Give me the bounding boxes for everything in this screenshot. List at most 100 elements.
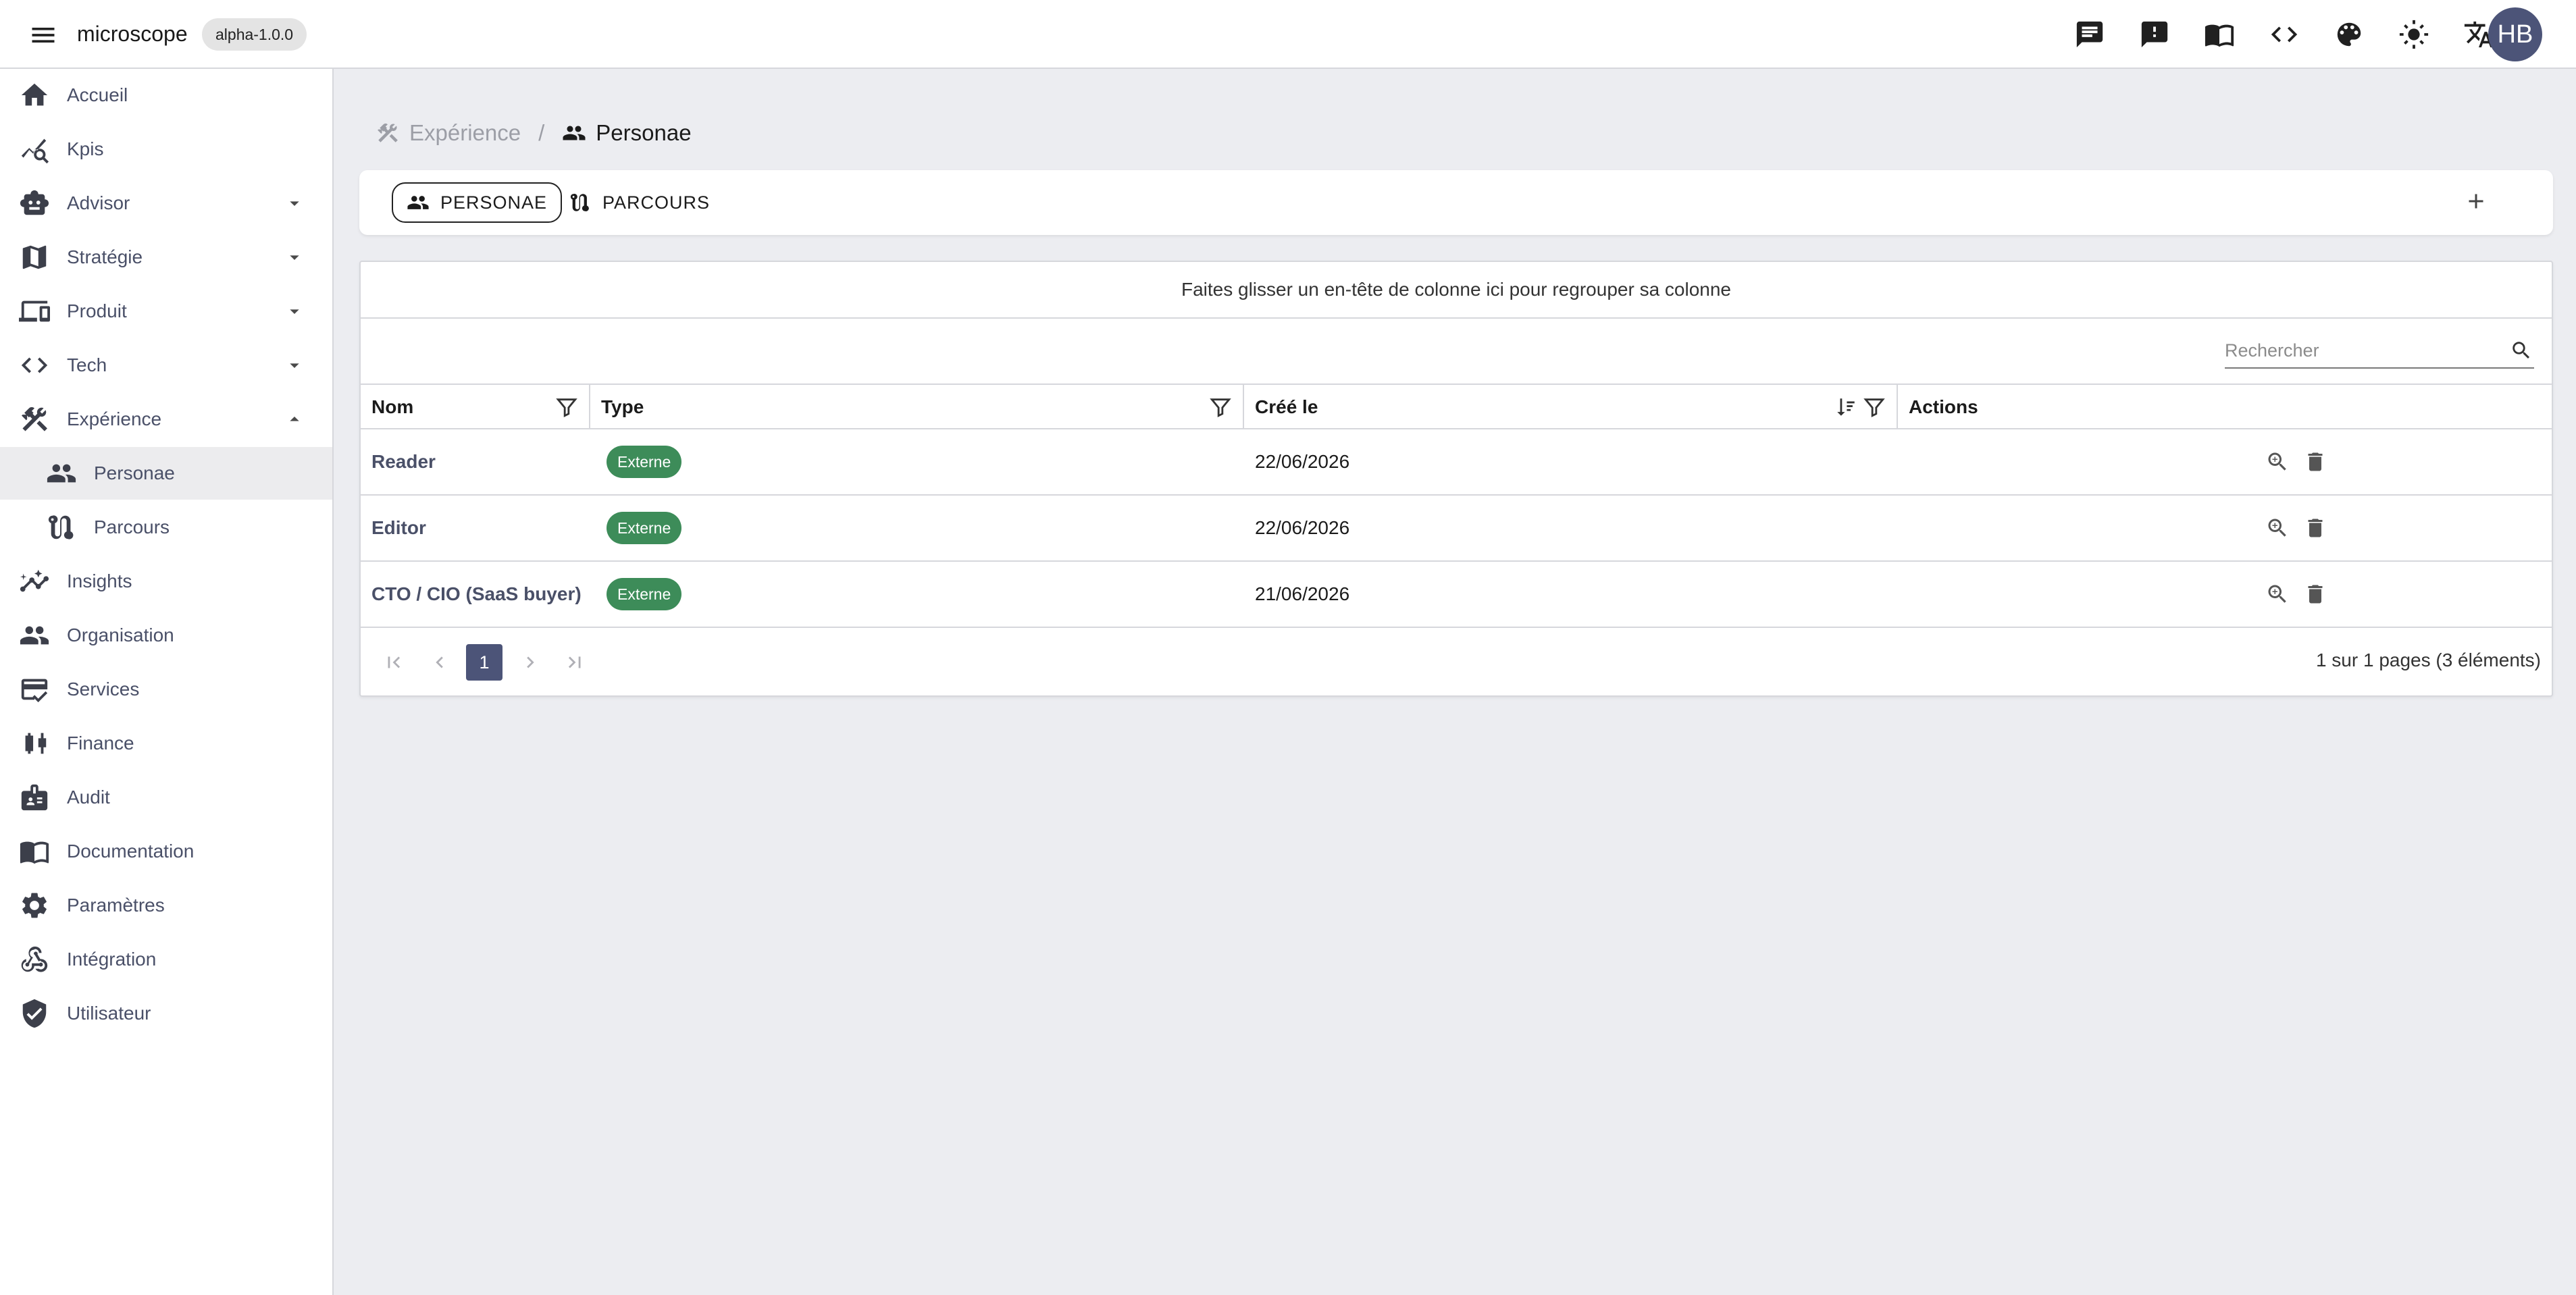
tabs-bar: PERSONAE PARCOURS bbox=[359, 170, 2553, 235]
page-number-button[interactable]: 1 bbox=[466, 644, 503, 681]
group-panel[interactable]: Faites glisser un en-tête de colonne ici… bbox=[361, 262, 2552, 319]
book-icon bbox=[19, 836, 50, 867]
devices-icon bbox=[19, 296, 50, 327]
grid-toolbar bbox=[361, 319, 2552, 385]
zoom-view-icon[interactable] bbox=[2265, 582, 2290, 606]
groups-icon bbox=[19, 620, 50, 651]
sidebar-item-organisation[interactable]: Organisation bbox=[0, 609, 332, 662]
sidebar-item-parcours[interactable]: Parcours bbox=[0, 501, 332, 554]
chevron-down-icon[interactable] bbox=[284, 192, 305, 214]
sidebar-item-tech[interactable]: Tech bbox=[0, 339, 332, 392]
gear-icon bbox=[19, 890, 50, 921]
column-header-type[interactable]: Type bbox=[590, 385, 1244, 429]
chevron-down-icon[interactable] bbox=[284, 246, 305, 268]
brightness-icon[interactable] bbox=[2398, 15, 2430, 54]
last-page-icon[interactable] bbox=[557, 644, 593, 681]
sidebar-item-integration[interactable]: Intégration bbox=[0, 933, 332, 986]
previous-page-icon[interactable] bbox=[421, 644, 458, 681]
persona-name-link[interactable]: CTO / CIO (SaaS buyer) bbox=[371, 562, 582, 627]
top-toolbar bbox=[2073, 15, 2495, 54]
zoom-view-icon[interactable] bbox=[2265, 450, 2290, 474]
insights-icon bbox=[19, 566, 50, 597]
webhook-icon bbox=[19, 944, 50, 975]
candlestick-icon bbox=[19, 728, 50, 759]
created-date: 22/06/2026 bbox=[1255, 517, 1350, 538]
map-icon bbox=[19, 242, 50, 273]
column-header-cree-le[interactable]: Créé le bbox=[1244, 385, 1898, 429]
persona-name-link[interactable]: Reader bbox=[371, 429, 436, 494]
persona-name-link[interactable]: Editor bbox=[371, 496, 426, 560]
delete-icon[interactable] bbox=[2303, 516, 2327, 540]
sidebar-item-services[interactable]: Services bbox=[0, 663, 332, 716]
sidebar-item-produit[interactable]: Produit bbox=[0, 285, 332, 338]
sidebar-item-documentation[interactable]: Documentation bbox=[0, 825, 332, 878]
breadcrumb-current: Personae bbox=[562, 120, 692, 146]
chevron-down-icon[interactable] bbox=[284, 354, 305, 376]
chevron-up-icon[interactable] bbox=[284, 408, 305, 430]
sidebar-item-personae[interactable]: Personae bbox=[0, 447, 332, 500]
add-icon[interactable] bbox=[2458, 184, 2494, 219]
sidebar-item-finance[interactable]: Finance bbox=[0, 717, 332, 770]
table-header: Nom Type Créé le Actions bbox=[361, 385, 2552, 429]
chat-icon[interactable] bbox=[2073, 15, 2106, 54]
sidebar-item-parametres[interactable]: Paramètres bbox=[0, 879, 332, 932]
breadcrumb: Expérience / Personae bbox=[376, 116, 692, 150]
delete-icon[interactable] bbox=[2303, 450, 2327, 474]
column-header-nom[interactable]: Nom bbox=[361, 385, 590, 429]
sidebar-item-advisor[interactable]: Advisor bbox=[0, 177, 332, 230]
user-avatar[interactable]: HB bbox=[2488, 7, 2542, 61]
table-row: Reader Externe 22/06/2026 bbox=[361, 429, 2552, 496]
filter-icon[interactable] bbox=[555, 396, 578, 419]
filter-icon[interactable] bbox=[1863, 396, 1886, 419]
search-input[interactable] bbox=[2225, 335, 2495, 366]
breadcrumb-parent[interactable]: Expérience bbox=[376, 120, 521, 146]
sidebar-item-kpis[interactable]: Kpis bbox=[0, 123, 332, 176]
robot-icon bbox=[19, 188, 50, 219]
search-icon[interactable] bbox=[2510, 339, 2533, 362]
sidebar-item-insights[interactable]: Insights bbox=[0, 555, 332, 608]
tab-personae[interactable]: PERSONAE bbox=[392, 182, 563, 223]
type-badge: Externe bbox=[607, 578, 682, 610]
filter-icon[interactable] bbox=[1209, 396, 1232, 419]
home-icon bbox=[19, 80, 50, 111]
personae-grid: Faites glisser un en-tête de colonne ici… bbox=[359, 261, 2553, 697]
sidebar-item-accueil[interactable]: Accueil bbox=[0, 69, 332, 122]
feedback-icon[interactable] bbox=[2138, 15, 2171, 54]
version-badge: alpha-1.0.0 bbox=[202, 18, 307, 51]
table-row: Editor Externe 22/06/2026 bbox=[361, 496, 2552, 562]
column-header-actions: Actions bbox=[1909, 396, 1978, 417]
search-box bbox=[2225, 335, 2534, 369]
book-icon[interactable] bbox=[2203, 15, 2236, 54]
sidebar-item-experience[interactable]: Expérience bbox=[0, 393, 332, 446]
route-icon bbox=[46, 512, 77, 543]
sidebar-item-utilisateur[interactable]: Utilisateur bbox=[0, 987, 332, 1040]
shield-check-icon bbox=[19, 998, 50, 1029]
people-icon bbox=[46, 458, 77, 489]
menu-icon[interactable] bbox=[28, 20, 58, 50]
pager-info: 1 sur 1 pages (3 éléments) bbox=[2315, 650, 2541, 670]
people-icon bbox=[407, 191, 430, 214]
code-icon bbox=[19, 350, 50, 381]
created-date: 22/06/2026 bbox=[1255, 451, 1350, 472]
palette-icon[interactable] bbox=[2333, 15, 2365, 54]
breadcrumb-separator: / bbox=[538, 120, 545, 145]
badge-icon bbox=[19, 782, 50, 813]
tab-parcours[interactable]: PARCOURS bbox=[555, 182, 723, 223]
chevron-down-icon[interactable] bbox=[284, 300, 305, 322]
type-badge: Externe bbox=[607, 512, 682, 544]
first-page-icon[interactable] bbox=[376, 644, 412, 681]
delete-icon[interactable] bbox=[2303, 582, 2327, 606]
sort-descending-icon[interactable] bbox=[1834, 396, 1857, 419]
sidebar-item-audit[interactable]: Audit bbox=[0, 771, 332, 824]
code-icon[interactable] bbox=[2268, 15, 2300, 54]
brand-name[interactable]: microscope bbox=[77, 22, 188, 47]
zoom-view-icon[interactable] bbox=[2265, 516, 2290, 540]
design-tools-icon bbox=[19, 404, 50, 435]
app-bar: microscope alpha-1.0.0 HB bbox=[0, 0, 2576, 69]
sidebar: Accueil Kpis Advisor Stratégie Produit T… bbox=[0, 69, 334, 1295]
next-page-icon[interactable] bbox=[512, 644, 548, 681]
created-date: 21/06/2026 bbox=[1255, 583, 1350, 604]
people-icon bbox=[562, 121, 586, 145]
sidebar-item-strategie[interactable]: Stratégie bbox=[0, 231, 332, 284]
kpi-chart-icon bbox=[19, 134, 50, 165]
